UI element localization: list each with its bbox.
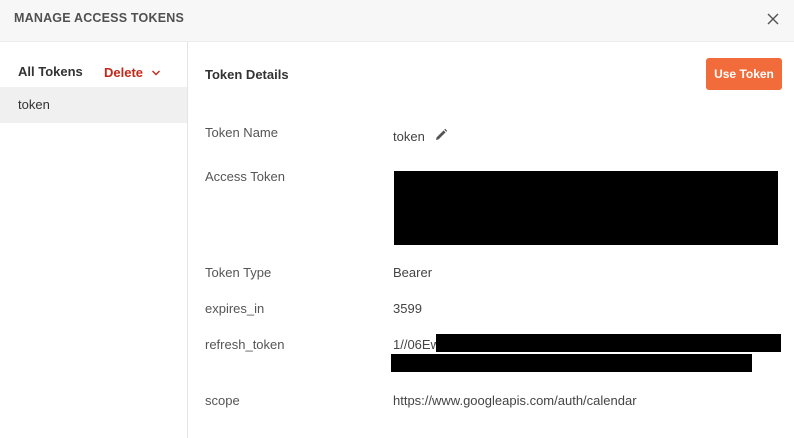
refresh-token-value: 1//06Ew — [393, 337, 440, 352]
scope-value: https://www.googleapis.com/auth/calendar — [393, 393, 637, 408]
modal-header: MANAGE ACCESS TOKENS — [0, 0, 794, 42]
token-name-value: token — [393, 129, 425, 144]
manage-access-tokens-modal: MANAGE ACCESS TOKENS All Tokens Delete t… — [0, 0, 794, 438]
token-details-title: Token Details — [205, 67, 289, 82]
refresh-token-redaction-line-1 — [436, 334, 781, 352]
token-details-panel: Token Details Use Token Token Name token… — [188, 42, 794, 438]
close-icon[interactable] — [762, 8, 784, 30]
all-tokens-heading: All Tokens — [18, 64, 83, 79]
token-type-label: Token Type — [205, 265, 272, 280]
refresh-token-label: refresh_token — [205, 337, 285, 352]
chevron-down-icon — [151, 65, 161, 80]
token-name-label: Token Name — [205, 125, 278, 140]
scope-label: scope — [205, 393, 240, 408]
token-list-item[interactable]: token — [0, 87, 187, 123]
token-type-value: Bearer — [393, 265, 433, 280]
pencil-edit-icon[interactable] — [434, 128, 448, 142]
expires-in-value: 3599 — [393, 301, 422, 316]
refresh-token-redaction-line-2 — [391, 354, 752, 372]
access-token-label: Access Token — [205, 169, 285, 184]
token-list-item-label: token — [18, 97, 50, 112]
delete-dropdown-button[interactable]: Delete — [104, 63, 161, 81]
tokens-sidebar: All Tokens Delete token — [0, 42, 188, 438]
expires-in-label: expires_in — [205, 301, 265, 316]
modal-title: MANAGE ACCESS TOKENS — [14, 11, 184, 25]
delete-label: Delete — [104, 64, 144, 80]
access-token-value-redacted — [394, 171, 778, 245]
use-token-button[interactable]: Use Token — [706, 58, 782, 90]
